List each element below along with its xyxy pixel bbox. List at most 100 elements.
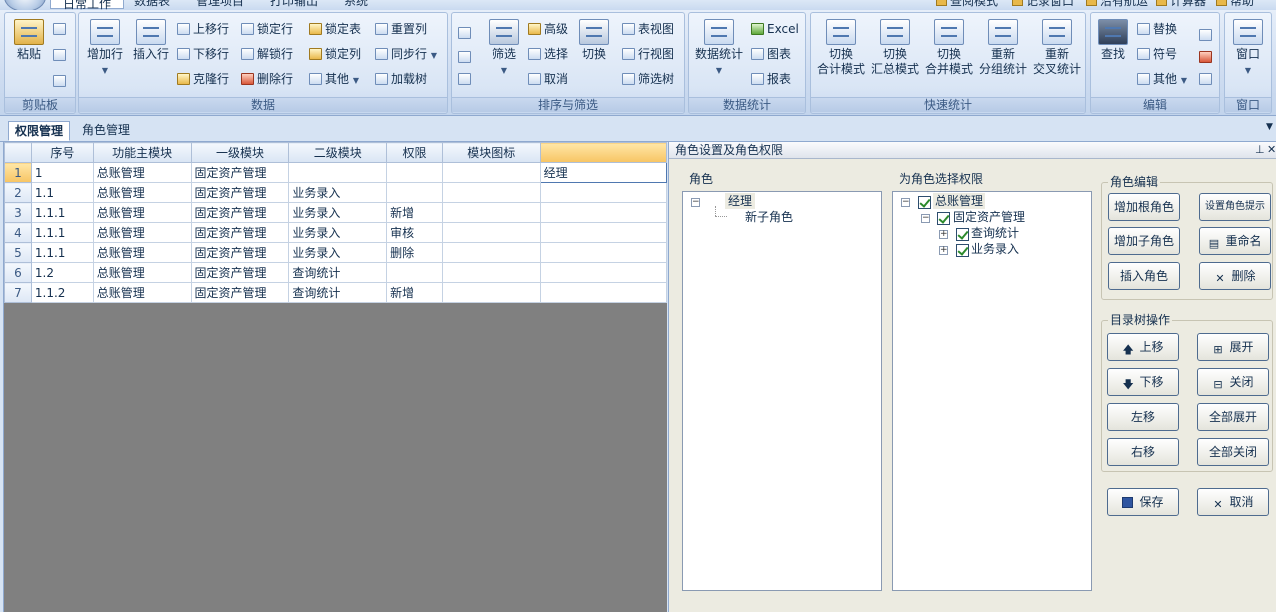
filter-tree-button[interactable]: 筛选树: [622, 71, 674, 87]
permission-tree[interactable]: − 总账管理 − 固定资产管理 + 查询统计 + 业务录入: [892, 191, 1092, 591]
close-all-button[interactable]: 全部关闭: [1197, 438, 1269, 466]
tab-permission-management[interactable]: 权限管理: [8, 121, 71, 141]
checkbox-query[interactable]: [956, 228, 969, 241]
select-filter-button[interactable]: 选择: [528, 46, 568, 62]
perm-node-query[interactable]: 查询统计: [971, 225, 1019, 241]
cell-extra[interactable]: [539, 222, 668, 243]
checkbox-entry[interactable]: [956, 244, 969, 257]
corner-cell[interactable]: [4, 142, 32, 163]
cell-level1[interactable]: 固定资产管理: [190, 282, 290, 303]
recross-stats-button[interactable]: 重新 交叉统计: [1031, 19, 1083, 77]
quick-record-window[interactable]: 记录窗口: [1012, 0, 1074, 8]
lock-row-button[interactable]: 锁定行: [241, 21, 293, 37]
move-down-button[interactable]: 🡇 下移: [1107, 368, 1179, 396]
cell-extra[interactable]: [539, 262, 668, 283]
cell-level1[interactable]: 固定资产管理: [190, 202, 290, 223]
row-number[interactable]: 2: [4, 182, 32, 203]
switch-summary-mode-button[interactable]: 切换 汇总模式: [869, 19, 921, 77]
format-painter-button[interactable]: [53, 73, 69, 89]
row-number[interactable]: 7: [4, 282, 32, 303]
symbol-button[interactable]: 符号: [1137, 46, 1177, 62]
set-role-hint-button[interactable]: 设置角色提示: [1199, 193, 1271, 221]
cell-seq[interactable]: 1.1: [30, 182, 94, 203]
clone-row-button[interactable]: 克隆行: [177, 71, 229, 87]
perm-node-level1[interactable]: 固定资产管理: [953, 209, 1025, 225]
column-header-extra[interactable]: [539, 142, 668, 163]
cell-level2[interactable]: 业务录入: [288, 242, 388, 263]
quick-view-mode[interactable]: 查阅模式: [936, 0, 998, 8]
move-up-button[interactable]: 🡅 上移: [1107, 333, 1179, 361]
table-row[interactable]: 7 1.1.2 总账管理 固定资产管理 查询统计 新增: [4, 282, 668, 303]
cell-level1[interactable]: 固定资产管理: [190, 162, 290, 183]
regroup-stats-button[interactable]: 重新 分组统计: [977, 19, 1029, 77]
add-root-role-button[interactable]: 增加根角色: [1108, 193, 1180, 221]
lock-column-button[interactable]: 锁定列: [309, 46, 361, 62]
filter-button[interactable]: 筛选 ▼: [484, 19, 524, 78]
column-header-module-icon[interactable]: 模块图标: [441, 142, 541, 163]
copy-button[interactable]: [53, 21, 69, 37]
column-header-permission[interactable]: 权限: [386, 142, 443, 163]
cell-main-module[interactable]: 总账管理: [92, 222, 192, 243]
expand-all-button[interactable]: 全部展开: [1197, 403, 1269, 431]
load-tree-button[interactable]: 加载树: [375, 71, 427, 87]
row-number[interactable]: 1: [4, 162, 32, 183]
table-row[interactable]: 3 1.1.1 总账管理 固定资产管理 业务录入 新增: [4, 202, 668, 223]
cell-permission[interactable]: [386, 162, 443, 183]
cell-module-icon[interactable]: [441, 202, 541, 223]
table-row[interactable]: 2 1.1 总账管理 固定资产管理 业务录入: [4, 182, 668, 203]
expand-icon[interactable]: +: [939, 230, 948, 239]
cell-main-module[interactable]: 总账管理: [92, 242, 192, 263]
table-row[interactable]: 6 1.2 总账管理 固定资产管理 查询统计: [4, 262, 668, 283]
cell-level1[interactable]: 固定资产管理: [190, 242, 290, 263]
cell-module-icon[interactable]: [441, 162, 541, 183]
cell-permission[interactable]: 审核: [386, 222, 443, 243]
save-button[interactable]: 保存: [1107, 488, 1179, 516]
switch-total-mode-button[interactable]: 切换 合计模式: [815, 19, 867, 77]
cell-permission[interactable]: 新增: [386, 202, 443, 223]
row-number[interactable]: 5: [4, 242, 32, 263]
tabs-dropdown-icon[interactable]: ▼: [1266, 122, 1273, 132]
quick-nav[interactable]: 沿有航运: [1086, 0, 1148, 8]
move-left-button[interactable]: 左移: [1107, 403, 1179, 431]
role-node-child[interactable]: 新子角色: [745, 209, 793, 225]
cell-level1[interactable]: 固定资产管理: [190, 262, 290, 283]
table-row[interactable]: 4 1.1.1 总账管理 固定资产管理 业务录入 审核: [4, 222, 668, 243]
find-button[interactable]: 查找: [1095, 19, 1131, 62]
data-stats-button[interactable]: 数据统计 ▼: [693, 19, 745, 78]
quick-calculator[interactable]: 计算器: [1156, 0, 1206, 8]
grid-tool-button[interactable]: [1199, 27, 1215, 43]
cell-module-icon[interactable]: [441, 222, 541, 243]
tab-role-management[interactable]: 角色管理: [76, 121, 136, 141]
cell-extra[interactable]: [539, 242, 668, 263]
unlock-row-button[interactable]: 解锁行: [241, 46, 293, 62]
window-button[interactable]: 窗口 ▼: [1229, 19, 1267, 78]
cell-main-module[interactable]: 总账管理: [92, 182, 192, 203]
move-row-up-button[interactable]: 上移行: [177, 21, 229, 37]
cell-main-module[interactable]: 总账管理: [92, 262, 192, 283]
menu-tab-project[interactable]: 管理项目: [196, 0, 244, 8]
cell-seq[interactable]: 1: [30, 162, 94, 183]
cell-extra[interactable]: 经理: [539, 162, 668, 183]
cell-seq[interactable]: 1.1.1: [30, 202, 94, 223]
app-orb-button[interactable]: [4, 0, 46, 10]
cell-module-icon[interactable]: [441, 182, 541, 203]
switch-merge-mode-button[interactable]: 切换 合并模式: [923, 19, 975, 77]
rename-button[interactable]: ▤ 重命名: [1199, 227, 1271, 255]
row-number[interactable]: 3: [4, 202, 32, 223]
cell-level1[interactable]: 固定资产管理: [190, 222, 290, 243]
cell-extra[interactable]: [539, 202, 668, 223]
cell-level2[interactable]: 查询统计: [288, 282, 388, 303]
role-tree[interactable]: − 经理 新子角色: [682, 191, 882, 591]
cut-button[interactable]: [53, 47, 69, 63]
role-node-root[interactable]: 经理: [725, 193, 756, 209]
row-number[interactable]: 4: [4, 222, 32, 243]
column-header-level1[interactable]: 一级模块: [190, 142, 290, 163]
table-row[interactable]: 5 1.1.1 总账管理 固定资产管理 业务录入 删除: [4, 242, 668, 263]
perm-node-entry[interactable]: 业务录入: [971, 241, 1019, 257]
row-view-button[interactable]: 行视图: [622, 46, 674, 62]
switch-filter-button[interactable]: 切换: [576, 19, 612, 62]
other-edit-button[interactable]: 其他 ▼: [1137, 71, 1187, 89]
cell-seq[interactable]: 1.1.1: [30, 242, 94, 263]
add-row-button[interactable]: 增加行 ▼: [83, 19, 127, 78]
table-row[interactable]: 1 1 总账管理 固定资产管理 经理: [4, 162, 668, 183]
